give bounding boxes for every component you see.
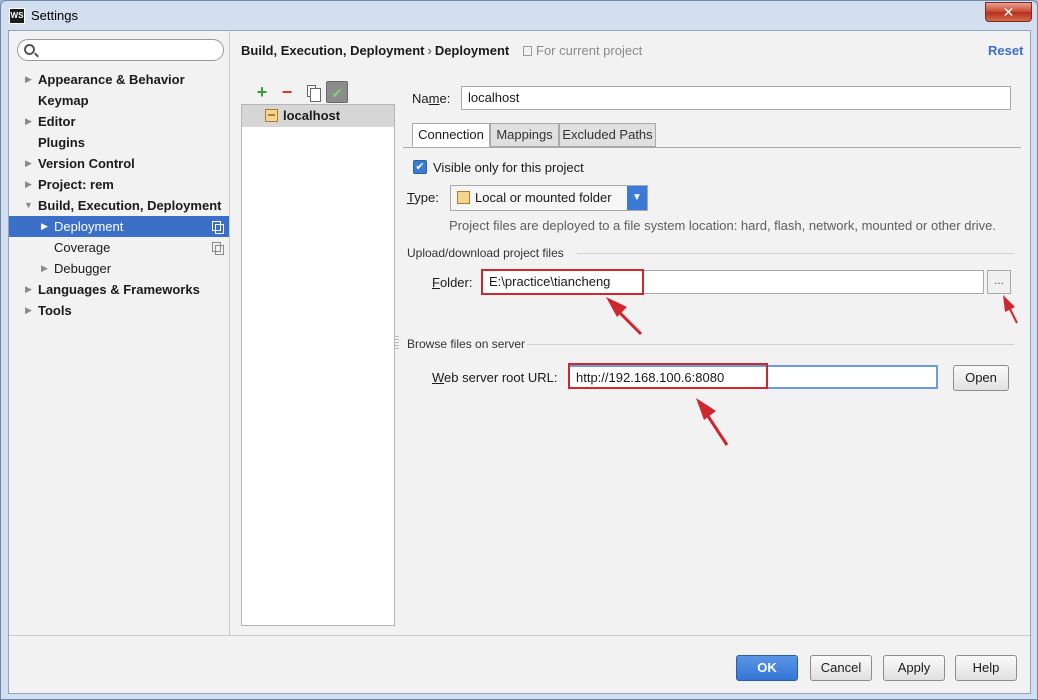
sidebar-item-keymap[interactable]: Keymap [9, 90, 229, 111]
visible-only-checkbox[interactable]: ✔ [413, 160, 427, 174]
breadcrumb-separator: › [427, 43, 432, 58]
type-dropdown[interactable]: Local or mounted folder ▼ [450, 185, 648, 211]
browse-arrow-icon [1006, 302, 1018, 324]
tab-divider [403, 147, 1021, 148]
settings-tree: ▶ Appearance & Behavior Keymap ▶ Editor … [9, 69, 229, 321]
sidebar-item-coverage[interactable]: Coverage [9, 237, 229, 258]
sidebar-item-label: Version Control [38, 156, 135, 171]
remove-server-button[interactable]: − [276, 81, 298, 103]
tab-connection[interactable]: Connection [412, 123, 490, 147]
type-label: Type: [407, 190, 439, 205]
breadcrumb-current: Deployment [434, 43, 510, 58]
url-highlight-box [568, 363, 768, 389]
server-name: localhost [283, 108, 341, 123]
local-folder-icon [457, 191, 470, 204]
settings-window: WS Settings ✕ ▶ Appearance & Behavior Ke… [0, 0, 1038, 700]
folder-highlight-box [481, 269, 644, 295]
expand-arrow-icon: ▶ [25, 284, 32, 294]
scope-label: For current project [536, 43, 643, 58]
sidebar-item-label: Languages & Frameworks [38, 282, 200, 297]
ok-button[interactable]: OK [736, 655, 798, 681]
visible-only-label[interactable]: Visible only for this project [433, 160, 584, 175]
browse-arrowhead-icon [1003, 295, 1015, 312]
add-server-button[interactable]: + [251, 81, 273, 103]
use-as-default-button[interactable]: ✔ [326, 81, 348, 103]
scope-indicator: For current project [523, 43, 642, 58]
server-list-item[interactable]: localhost [242, 105, 394, 127]
expand-arrow-icon: ▶ [25, 158, 32, 168]
browse-section-title: Browse files on server [407, 337, 526, 351]
type-selected-value: Local or mounted folder [475, 190, 612, 205]
settings-client-area: ▶ Appearance & Behavior Keymap ▶ Editor … [8, 30, 1031, 694]
expand-arrow-icon: ▶ [25, 116, 32, 126]
sidebar-item-project[interactable]: ▶ Project: rem [9, 174, 229, 195]
sidebar-item-label: Editor [38, 114, 76, 129]
sidebar-item-label: Deployment [54, 219, 124, 234]
expand-arrow-icon: ▶ [25, 74, 32, 84]
sidebar-item-label: Coverage [54, 240, 111, 255]
expand-arrow-icon: ▶ [41, 263, 48, 273]
sidebar-item-tools[interactable]: ▶ Tools [9, 300, 229, 321]
browse-folder-button[interactable]: ... [987, 270, 1011, 294]
url-arrowhead-icon [696, 398, 716, 420]
breadcrumb-parent[interactable]: Build, Execution, Deployment [241, 43, 424, 58]
type-description: Project files are deployed to a file sys… [449, 218, 996, 233]
title-bar: WS Settings ✕ [1, 1, 1037, 31]
sidebar-item-label: Plugins [38, 135, 85, 150]
sidebar-item-editor[interactable]: ▶ Editor [9, 111, 229, 132]
server-name-input[interactable]: localhost [461, 86, 1011, 110]
open-url-button[interactable]: Open [953, 365, 1009, 391]
sidebar-item-debugger[interactable]: ▶ Debugger [9, 258, 229, 279]
sidebar-item-plugins[interactable]: Plugins [9, 132, 229, 153]
project-scope-icon [523, 46, 532, 56]
sidebar-item-label: Project: rem [38, 177, 114, 192]
close-button[interactable]: ✕ [985, 2, 1032, 22]
apply-button[interactable]: Apply [883, 655, 945, 681]
sidebar-item-label: Tools [38, 303, 72, 318]
sidebar-item-label: Debugger [54, 261, 112, 276]
name-label: Name: [412, 91, 451, 106]
folder-arrow-icon [610, 303, 643, 336]
project-scope-icon [212, 221, 224, 234]
expand-arrow-icon: ▶ [41, 221, 48, 231]
chevron-down-icon: ▼ [627, 186, 647, 210]
sidebar-item-build-execution-deployment[interactable]: ▼ Build, Execution, Deployment [9, 195, 229, 216]
project-scope-icon [212, 242, 224, 255]
copy-icon [307, 85, 321, 102]
sidebar-item-deployment[interactable]: ▶ Deployment [9, 216, 229, 237]
sidebar-item-languages-frameworks[interactable]: ▶ Languages & Frameworks [9, 279, 229, 300]
tab-excluded-paths[interactable]: Excluded Paths [559, 123, 656, 147]
sidebar-item-label: Appearance & Behavior [38, 72, 185, 87]
reset-link[interactable]: Reset [988, 43, 1023, 58]
folder-arrowhead-icon [606, 297, 627, 317]
expand-arrow-icon: ▶ [25, 179, 32, 189]
copy-server-button[interactable] [301, 81, 323, 103]
sidebar-item-version-control[interactable]: ▶ Version Control [9, 153, 229, 174]
help-button[interactable]: Help [955, 655, 1017, 681]
collapse-arrow-icon: ▼ [24, 200, 33, 210]
panel-splitter[interactable] [395, 336, 399, 350]
sidebar-item-appearance-behavior[interactable]: ▶ Appearance & Behavior [9, 69, 229, 90]
footer-divider [9, 635, 1030, 636]
expand-arrow-icon: ▶ [25, 305, 32, 315]
local-folder-server-icon [265, 109, 278, 122]
upload-section-title: Upload/download project files [407, 246, 564, 260]
search-icon [24, 44, 35, 55]
url-arrow-icon [700, 406, 729, 446]
breadcrumb: Build, Execution, Deployment › Deployment [241, 43, 509, 58]
settings-sidebar: ▶ Appearance & Behavior Keymap ▶ Editor … [9, 31, 230, 635]
sidebar-item-label: Build, Execution, Deployment [38, 198, 222, 213]
webstorm-app-icon: WS [9, 8, 25, 24]
settings-search-input[interactable] [17, 39, 224, 61]
section-divider [527, 344, 1014, 345]
window-title: Settings [31, 8, 78, 23]
cancel-button[interactable]: Cancel [810, 655, 872, 681]
server-list: localhost [241, 104, 395, 626]
web-server-url-label: Web server root URL: [432, 370, 558, 385]
tab-mappings[interactable]: Mappings [490, 123, 559, 147]
section-divider [577, 253, 1014, 254]
sidebar-item-label: Keymap [38, 93, 89, 108]
folder-label: Folder: [432, 275, 473, 290]
